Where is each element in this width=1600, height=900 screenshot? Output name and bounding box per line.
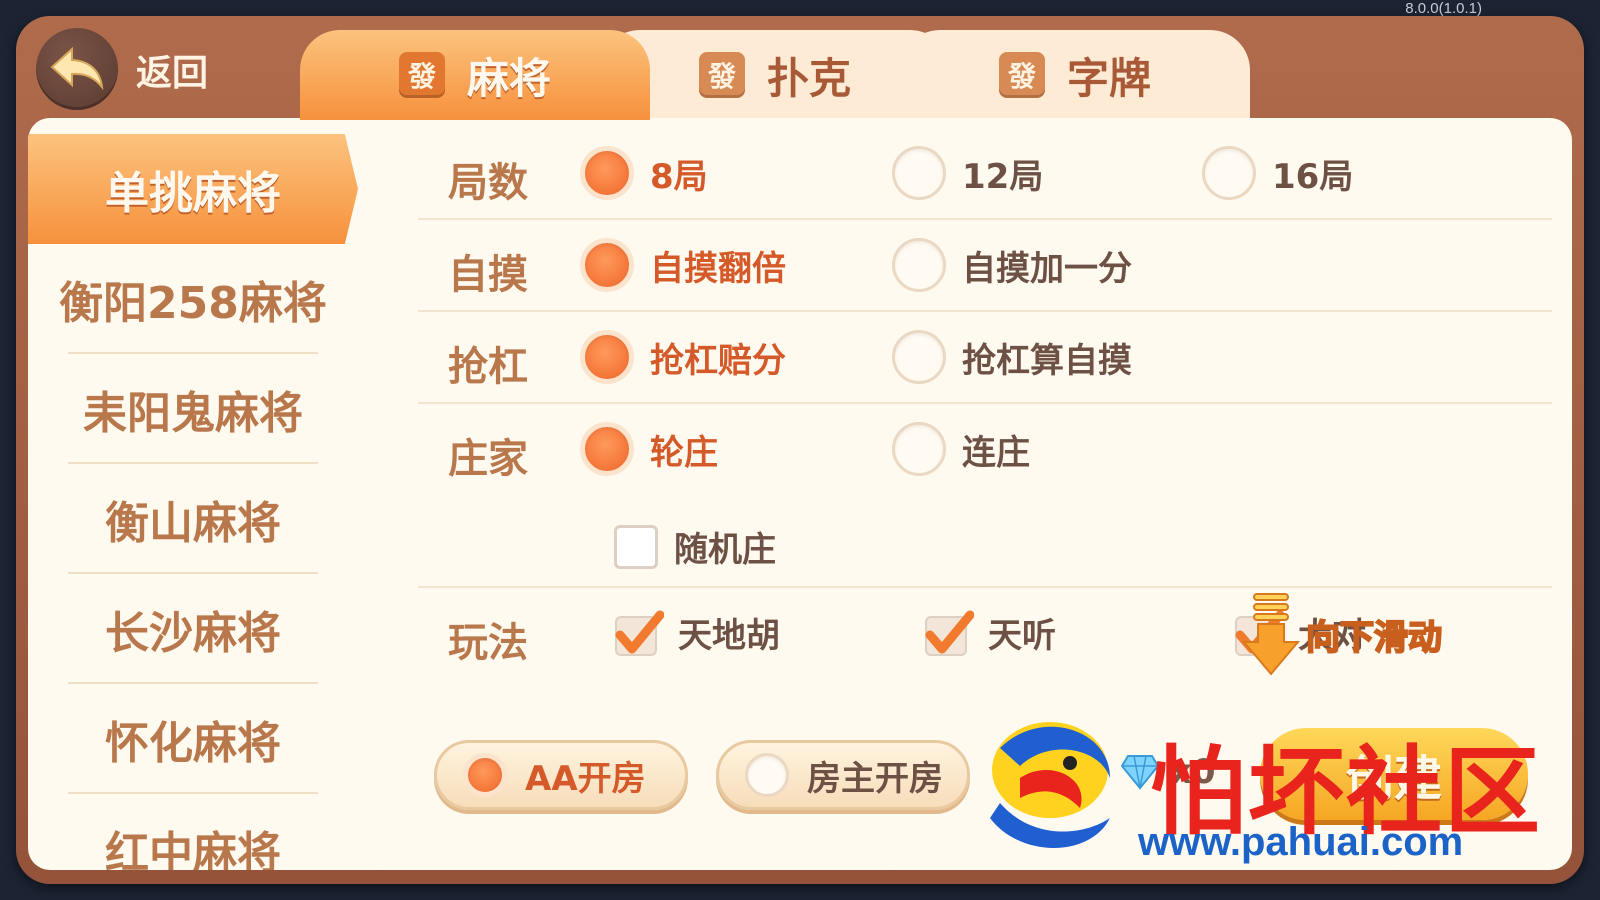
divider [418,218,1552,220]
self-draw-label: 自摸 [448,252,528,298]
option-label: 抢杠算自摸 [962,340,1132,381]
radio-icon [892,330,946,384]
mahjong-tile-icon: 發 [998,52,1045,98]
rob-kong-option-pay[interactable]: 抢杠赔分 [580,330,786,384]
game-item-leiyang-gui[interactable]: 耒阳鬼麻将 [28,354,358,464]
option-label: 8局 [650,156,708,197]
back-arrow-icon [50,47,104,91]
tab-poker[interactable]: 發 扑克 [600,30,950,120]
dealer-option-rotate[interactable]: 轮庄 [580,422,718,476]
game-item-dantiao[interactable]: 单挑麻将 [28,134,358,244]
rob-kong-label: 抢杠 [448,344,528,390]
self-draw-option-double[interactable]: 自摸翻倍 [580,238,786,292]
scroll-down-hint: 向下滑动 [1242,592,1443,676]
divider [418,402,1552,404]
scroll-hint-text: 向下滑动 [1305,617,1443,659]
radio-selected-icon [580,238,634,292]
rule-tianting-checkbox[interactable]: 天听 [924,608,1056,657]
back-button[interactable] [36,28,118,110]
option-label: 自摸翻倍 [650,248,786,289]
option-label: 16局 [1272,156,1354,197]
rounds-option-8[interactable]: 8局 [580,146,708,200]
option-label: 轮庄 [650,432,718,473]
check-mark-icon [924,609,975,657]
game-item-hengshan[interactable]: 衡山麻将 [28,464,358,574]
rounds-option-16[interactable]: 16局 [1202,146,1353,200]
back-label[interactable]: 返回 [136,44,208,96]
radio-selected-icon [580,422,634,476]
game-list: 单挑麻将 衡阳258麻将 耒阳鬼麻将 衡山麻将 长沙麻将 怀化麻将 红中麻将 [28,134,358,870]
tab-label: 字牌 [1066,53,1151,103]
aa-room-button[interactable]: AA开房 [434,740,688,810]
rules-label: 玩法 [448,620,528,666]
option-label: 抢杠赔分 [650,340,786,381]
radio-icon [1202,146,1256,200]
game-item-hongzhong[interactable]: 红中麻将 [28,794,358,870]
mahjong-tile-icon: 發 [398,52,445,98]
dealer-option-continue[interactable]: 连庄 [892,422,1030,476]
category-tabs: 發 麻将 發 扑克 發 字牌 [300,30,1280,120]
option-label: 12局 [962,156,1044,197]
cost-value: x0 [1170,752,1216,792]
self-draw-option-plus-one[interactable]: 自摸加一分 [892,238,1132,292]
rule-tiandihu-checkbox[interactable]: 天地胡 [614,608,780,657]
game-item-changsha[interactable]: 长沙麻将 [28,574,358,684]
radio-icon [892,238,946,292]
option-label: 连庄 [962,432,1030,473]
arrow-down-icon [1242,593,1300,676]
divider [418,586,1552,588]
radio-icon [892,146,946,200]
radio-selected-icon [463,753,507,797]
option-label: AA开房 [525,758,646,799]
random-dealer-checkbox[interactable]: 随机庄 [614,522,776,571]
check-mark-icon [614,609,665,657]
option-label: 天听 [988,616,1056,656]
radio-selected-icon [580,146,634,200]
option-label: 随机庄 [674,530,776,570]
version-label: 8.0.0(1.0.1) [1405,0,1482,17]
diamond-icon [1120,755,1160,790]
tab-word-cards[interactable]: 發 字牌 [900,30,1250,120]
mahjong-tile-icon: 發 [698,52,745,98]
game-item-huaihua[interactable]: 怀化麻将 [28,684,358,794]
tab-mahjong[interactable]: 發 麻将 [300,30,650,120]
room-cost: x0 [1120,752,1216,792]
option-label: 自摸加一分 [962,248,1132,289]
rounds-option-12[interactable]: 12局 [892,146,1043,200]
dealer-label: 庄家 [448,436,528,482]
option-label: 天地胡 [678,616,780,656]
option-label: 房主开房 [807,758,943,799]
radio-icon [745,753,789,797]
host-room-button[interactable]: 房主开房 [716,740,970,810]
tab-label: 扑克 [766,53,851,103]
create-room-button[interactable]: 创建 [1260,728,1528,820]
game-item-hengyang258[interactable]: 衡阳258麻将 [28,244,358,354]
radio-icon [892,422,946,476]
rob-kong-option-self-draw[interactable]: 抢杠算自摸 [892,330,1132,384]
tab-label: 麻将 [466,53,551,103]
rounds-label: 局数 [448,160,528,206]
checkbox-icon [614,524,658,569]
divider [418,310,1552,312]
radio-selected-icon [580,330,634,384]
